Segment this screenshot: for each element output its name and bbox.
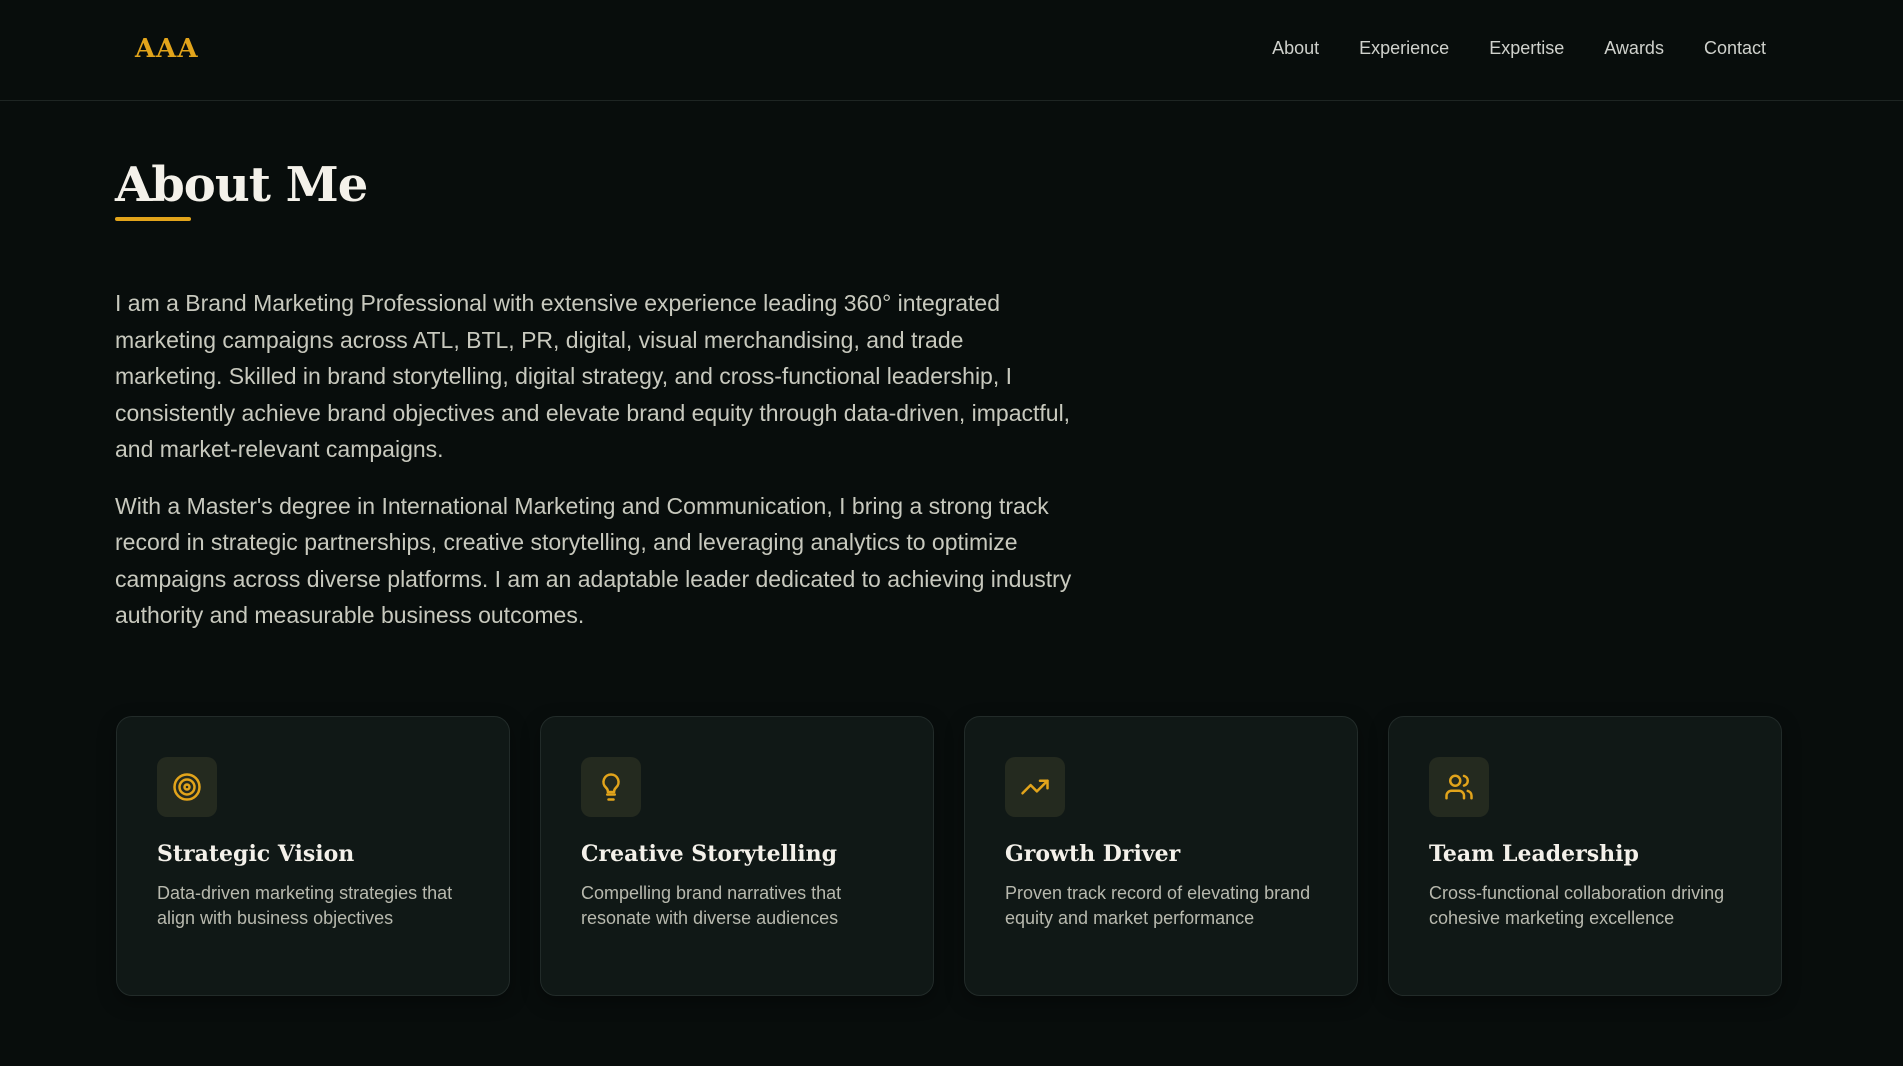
bio-text: I am a Brand Marketing Professional with… — [115, 285, 1075, 654]
card-title: Growth Driver — [1005, 841, 1181, 867]
card-creative-storytelling: Creative Storytelling Compelling brand n… — [540, 716, 934, 996]
nav-link-contact[interactable]: Contact — [1704, 38, 1766, 59]
bio-paragraph-1: I am a Brand Marketing Professional with… — [115, 290, 1071, 462]
card-strategic-vision: Strategic Vision Data-driven marketing s… — [116, 716, 510, 996]
trending-up-icon — [1005, 757, 1065, 817]
card-team-leadership: Team Leadership Cross-functional collabo… — [1388, 716, 1782, 996]
card-description: Cross-functional collaboration driving c… — [1429, 883, 1725, 929]
nav-link-experience[interactable]: Experience — [1359, 38, 1449, 59]
page-title: About Me — [115, 157, 368, 213]
card-title: Strategic Vision — [157, 841, 355, 867]
lightbulb-icon — [581, 757, 641, 817]
card-growth-driver: Growth Driver Proven track record of ele… — [964, 716, 1358, 996]
nav-link-awards[interactable]: Awards — [1604, 38, 1664, 59]
top-navigation-bar: AAA About Experience Expertise Awards Co… — [0, 0, 1903, 101]
brand-logo[interactable]: AAA — [135, 34, 199, 64]
card-description: Proven track record of elevating brand e… — [1005, 883, 1311, 929]
card-description: Data-driven marketing strategies that al… — [157, 883, 453, 929]
card-title: Creative Storytelling — [581, 841, 838, 867]
users-icon — [1429, 757, 1489, 817]
card-description: Compelling brand narratives that resonat… — [581, 883, 842, 929]
card-title: Team Leadership — [1429, 841, 1639, 867]
main-nav: About Experience Expertise Awards Contac… — [1272, 38, 1766, 59]
nav-link-expertise[interactable]: Expertise — [1489, 38, 1564, 59]
nav-link-about[interactable]: About — [1272, 38, 1319, 59]
bio-paragraph-2: With a Master's degree in International … — [115, 492, 1072, 629]
target-icon — [157, 757, 217, 817]
title-accent-underline — [115, 217, 191, 221]
skill-cards: Strategic Vision Data-driven marketing s… — [116, 716, 1782, 996]
